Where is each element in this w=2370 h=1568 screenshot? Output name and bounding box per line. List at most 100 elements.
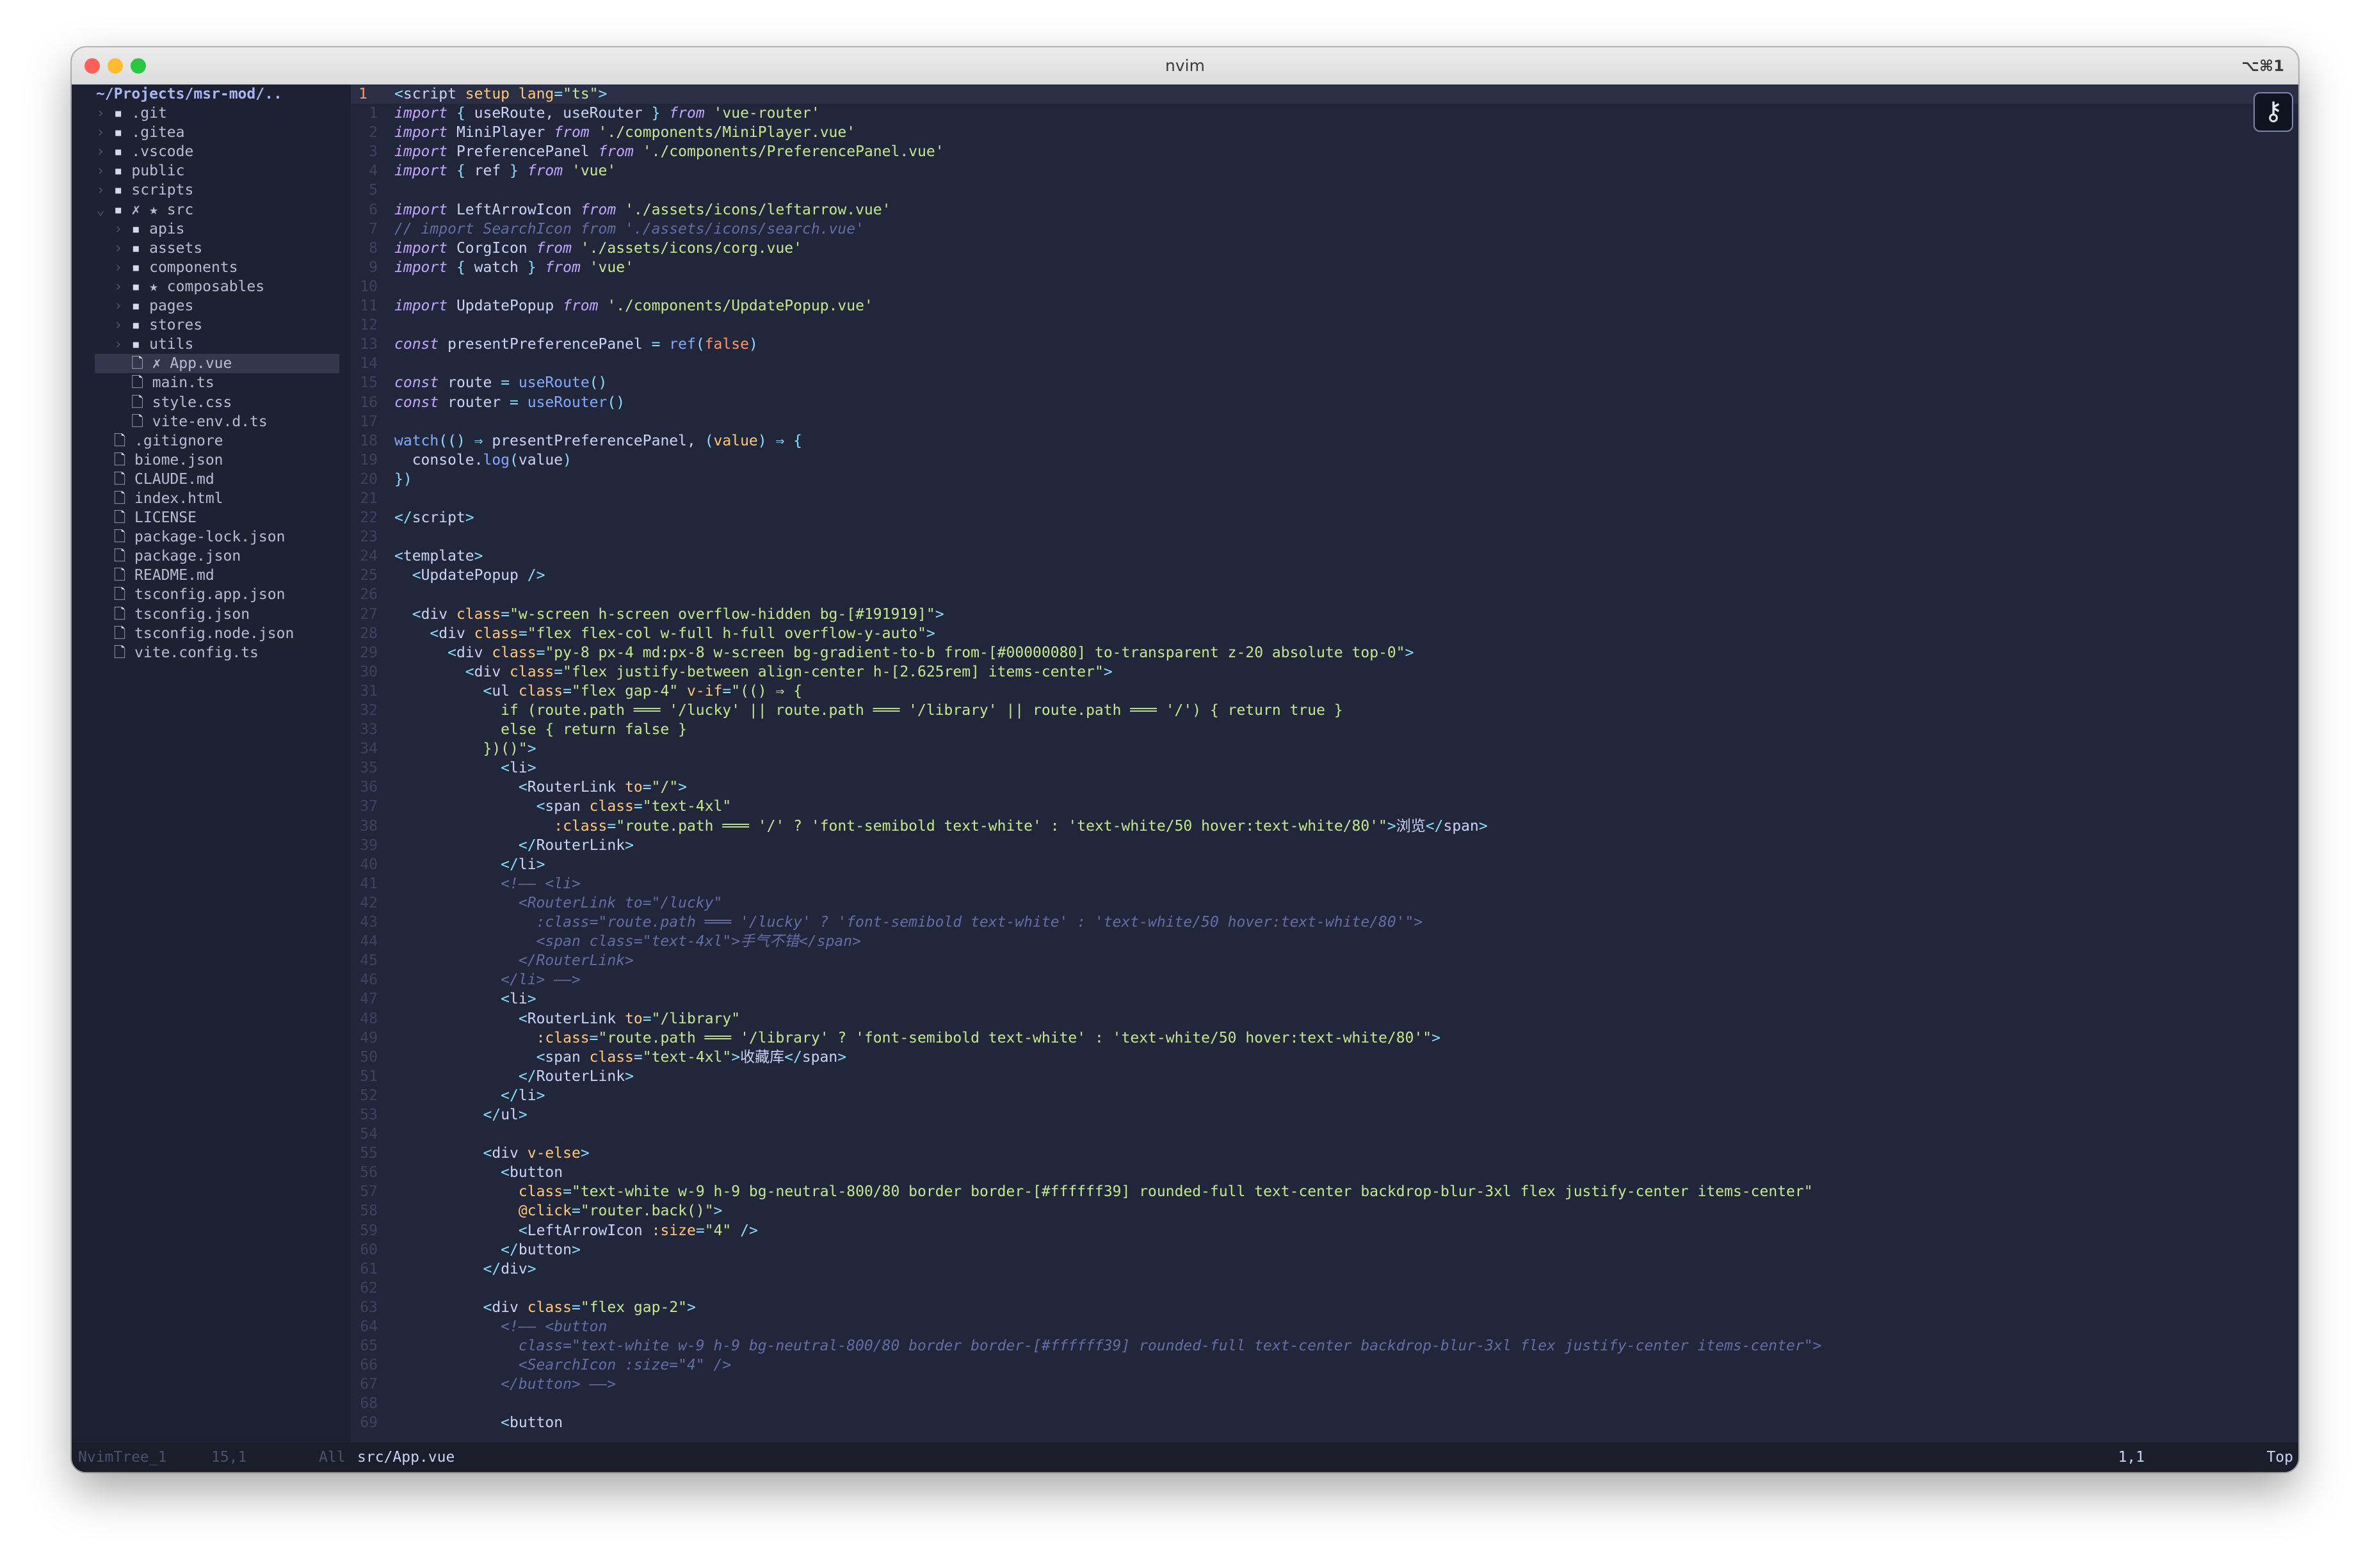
tree-item[interactable]: 🗋 tsconfig.json <box>72 605 351 624</box>
code-line[interactable]: 27 <div class="w-screen h-screen overflo… <box>351 605 2298 624</box>
code-line[interactable]: 12 <box>351 316 2298 335</box>
code-line[interactable]: 50 <span class="text-4xl">收藏库</span> <box>351 1048 2298 1067</box>
code-line[interactable]: 68 <box>351 1394 2298 1413</box>
code-line[interactable]: 4 import { ref } from 'vue' <box>351 161 2298 180</box>
tree-item[interactable]: 🗋 CLAUDE.md <box>72 470 351 489</box>
code-line[interactable]: 34 })()"> <box>351 739 2298 758</box>
tree-item[interactable]: › ▪ .gitea <box>72 123 351 142</box>
tree-item[interactable]: › ▪ stores <box>72 316 351 335</box>
code-line[interactable]: 58 @click="router.back()"> <box>351 1201 2298 1220</box>
code-line[interactable]: 47 <li> <box>351 989 2298 1009</box>
code-line[interactable]: 52 </li> <box>351 1086 2298 1105</box>
code-line[interactable]: 32 if (route.path ═══ '/lucky' || route.… <box>351 701 2298 720</box>
code-line[interactable]: 38 :class="route.path ═══ '/' ? 'font-se… <box>351 817 2298 836</box>
code-line[interactable]: 39 </RouterLink> <box>351 836 2298 855</box>
tree-item[interactable]: 🗋 ✗ App.vue <box>95 354 339 374</box>
tree-item[interactable]: 🗋 LICENSE <box>72 508 351 527</box>
tree-item[interactable]: › ▪ assets <box>72 239 351 258</box>
tree-item[interactable]: 🗋 biome.json <box>72 451 351 470</box>
tree-item[interactable]: › ▪ scripts <box>72 180 351 200</box>
tree-item[interactable]: › ▪ public <box>72 161 351 180</box>
tree-item[interactable]: 🗋 package-lock.json <box>72 527 351 547</box>
tree-item[interactable]: ⌄ ▪ ✗ ★ src <box>72 200 351 220</box>
code-line[interactable]: 6 import LeftArrowIcon from './assets/ico… <box>351 200 2298 220</box>
code-line[interactable]: 46 </li> ——> <box>351 970 2298 989</box>
code-line[interactable]: 15 const route = useRoute() <box>351 373 2298 392</box>
tree-item[interactable]: 🗋 style.css <box>72 393 351 412</box>
code-line[interactable]: 45 </RouterLink> <box>351 951 2298 970</box>
tree-item[interactable]: › ▪ utils <box>72 335 351 354</box>
code-line[interactable]: 59 <LeftArrowIcon :size="4" /> <box>351 1221 2298 1240</box>
code-line[interactable]: 53 </ul> <box>351 1105 2298 1124</box>
code-line[interactable]: 5 <box>351 180 2298 200</box>
tree-item[interactable]: 🗋 main.ts <box>72 373 351 392</box>
tree-item[interactable]: 🗋 vite-env.d.ts <box>72 412 351 431</box>
code-line[interactable]: 54 <box>351 1124 2298 1144</box>
code-line[interactable]: 35 <li> <box>351 758 2298 778</box>
code-line[interactable]: 43 :class="route.path ═══ '/lucky' ? 'fo… <box>351 913 2298 932</box>
file-tree[interactable]: ~/Projects/msr-mod/.. › ▪ .git › ▪ .gitea… <box>72 84 351 1443</box>
code-line[interactable]: 17 <box>351 412 2298 431</box>
code-line[interactable]: 11 import UpdatePopup from './components/… <box>351 296 2298 316</box>
tree-item[interactable]: › ▪ ★ composables <box>72 277 351 296</box>
code-line[interactable]: 28 <div class="flex flex-col w-full h-fu… <box>351 624 2298 643</box>
code-line[interactable]: 13 const presentPreferencePanel = ref(fal… <box>351 335 2298 354</box>
tree-item[interactable]: › ▪ components <box>72 258 351 277</box>
code-line[interactable]: 19 console.log(value) <box>351 451 2298 470</box>
code-line[interactable]: 51 </RouterLink> <box>351 1067 2298 1086</box>
code-lines[interactable]: 1 <script setup lang="ts"> 1 import { useRo… <box>351 84 2298 1433</box>
code-line[interactable]: 67 </button> ——> <box>351 1375 2298 1394</box>
code-line[interactable]: 22 </script> <box>351 508 2298 527</box>
code-line[interactable]: 57 class="text-white w-9 h-9 bg-neutral-… <box>351 1182 2298 1201</box>
tree-item[interactable]: 🗋 package.json <box>72 547 351 566</box>
code-line[interactable]: 63 <div class="flex gap-2"> <box>351 1298 2298 1317</box>
tree-item[interactable]: 🗋 index.html <box>72 489 351 508</box>
code-line[interactable]: 14 <box>351 354 2298 373</box>
tree-item[interactable]: 🗋 tsconfig.app.json <box>72 585 351 604</box>
code-line[interactable]: 24 <template> <box>351 547 2298 566</box>
tree-item[interactable]: 🗋 tsconfig.node.json <box>72 624 351 643</box>
code-line[interactable]: 44 <span class="text-4xl">手气不错</span> <box>351 932 2298 951</box>
code-line[interactable]: 61 </div> <box>351 1260 2298 1279</box>
code-line[interactable]: 10 <box>351 277 2298 296</box>
code-line[interactable]: 40 </li> <box>351 855 2298 874</box>
code-line[interactable]: 21 <box>351 489 2298 508</box>
code-line[interactable]: 64 <!—— <button <box>351 1317 2298 1336</box>
code-line[interactable]: 30 <div class="flex justify-between alig… <box>351 662 2298 682</box>
code-line[interactable]: 1 <script setup lang="ts"> <box>351 84 2298 104</box>
code-line[interactable]: 48 <RouterLink to="/library" <box>351 1009 2298 1028</box>
code-line[interactable]: 36 <RouterLink to="/"> <box>351 778 2298 797</box>
code-line[interactable]: 3 import PreferencePanel from './componen… <box>351 142 2298 161</box>
code-line[interactable]: 65 class="text-white w-9 h-9 bg-neutral-… <box>351 1336 2298 1356</box>
code-line[interactable]: 18 watch(() ⇒ presentPreferencePanel, (va… <box>351 431 2298 451</box>
tree-root[interactable]: ~/Projects/msr-mod/.. <box>72 84 351 104</box>
code-line[interactable]: 41 <!—— <li> <box>351 874 2298 893</box>
code-line[interactable]: 25 <UpdatePopup /> <box>351 566 2298 585</box>
keyhole-icon[interactable]: ⚷ <box>2253 92 2293 132</box>
code-line[interactable]: 62 <box>351 1279 2298 1298</box>
code-line[interactable]: 60 </button> <box>351 1240 2298 1260</box>
tree-item[interactable]: › ▪ apis <box>72 220 351 239</box>
code-line[interactable]: 69 <button <box>351 1413 2298 1432</box>
code-line[interactable]: 2 import MiniPlayer from './components/Mi… <box>351 123 2298 142</box>
code-line[interactable]: 42 <RouterLink to="/lucky" <box>351 893 2298 913</box>
tree-item[interactable]: 🗋 README.md <box>72 566 351 585</box>
code-line[interactable]: 66 <SearchIcon :size="4" /> <box>351 1356 2298 1375</box>
code-line[interactable]: 9 import { watch } from 'vue' <box>351 258 2298 277</box>
code-line[interactable]: 33 else { return false } <box>351 720 2298 739</box>
tree-item[interactable]: › ▪ pages <box>72 296 351 316</box>
code-line[interactable]: 37 <span class="text-4xl" <box>351 797 2298 816</box>
tree-item[interactable]: 🗋 .gitignore <box>72 431 351 451</box>
code-line[interactable]: 49 :class="route.path ═══ '/library' ? '… <box>351 1028 2298 1048</box>
tree-item[interactable]: 🗋 vite.config.ts <box>72 643 351 662</box>
code-line[interactable]: 23 <box>351 527 2298 547</box>
code-line[interactable]: 20}) <box>351 470 2298 489</box>
tree-item[interactable]: › ▪ .vscode <box>72 142 351 161</box>
code-editor[interactable]: 1 <script setup lang="ts"> 1 import { useRo… <box>351 84 2298 1443</box>
code-line[interactable]: 29 <div class="py-8 px-4 md:px-8 w-scree… <box>351 643 2298 662</box>
code-line[interactable]: 31 <ul class="flex gap-4" v-if="(() ⇒ { <box>351 682 2298 701</box>
code-line[interactable]: 1 import { useRoute, useRouter } from 'vu… <box>351 104 2298 123</box>
tree-item[interactable]: › ▪ .git <box>72 104 351 123</box>
code-line[interactable]: 56 <button <box>351 1163 2298 1182</box>
code-line[interactable]: 16 const router = useRouter() <box>351 393 2298 412</box>
